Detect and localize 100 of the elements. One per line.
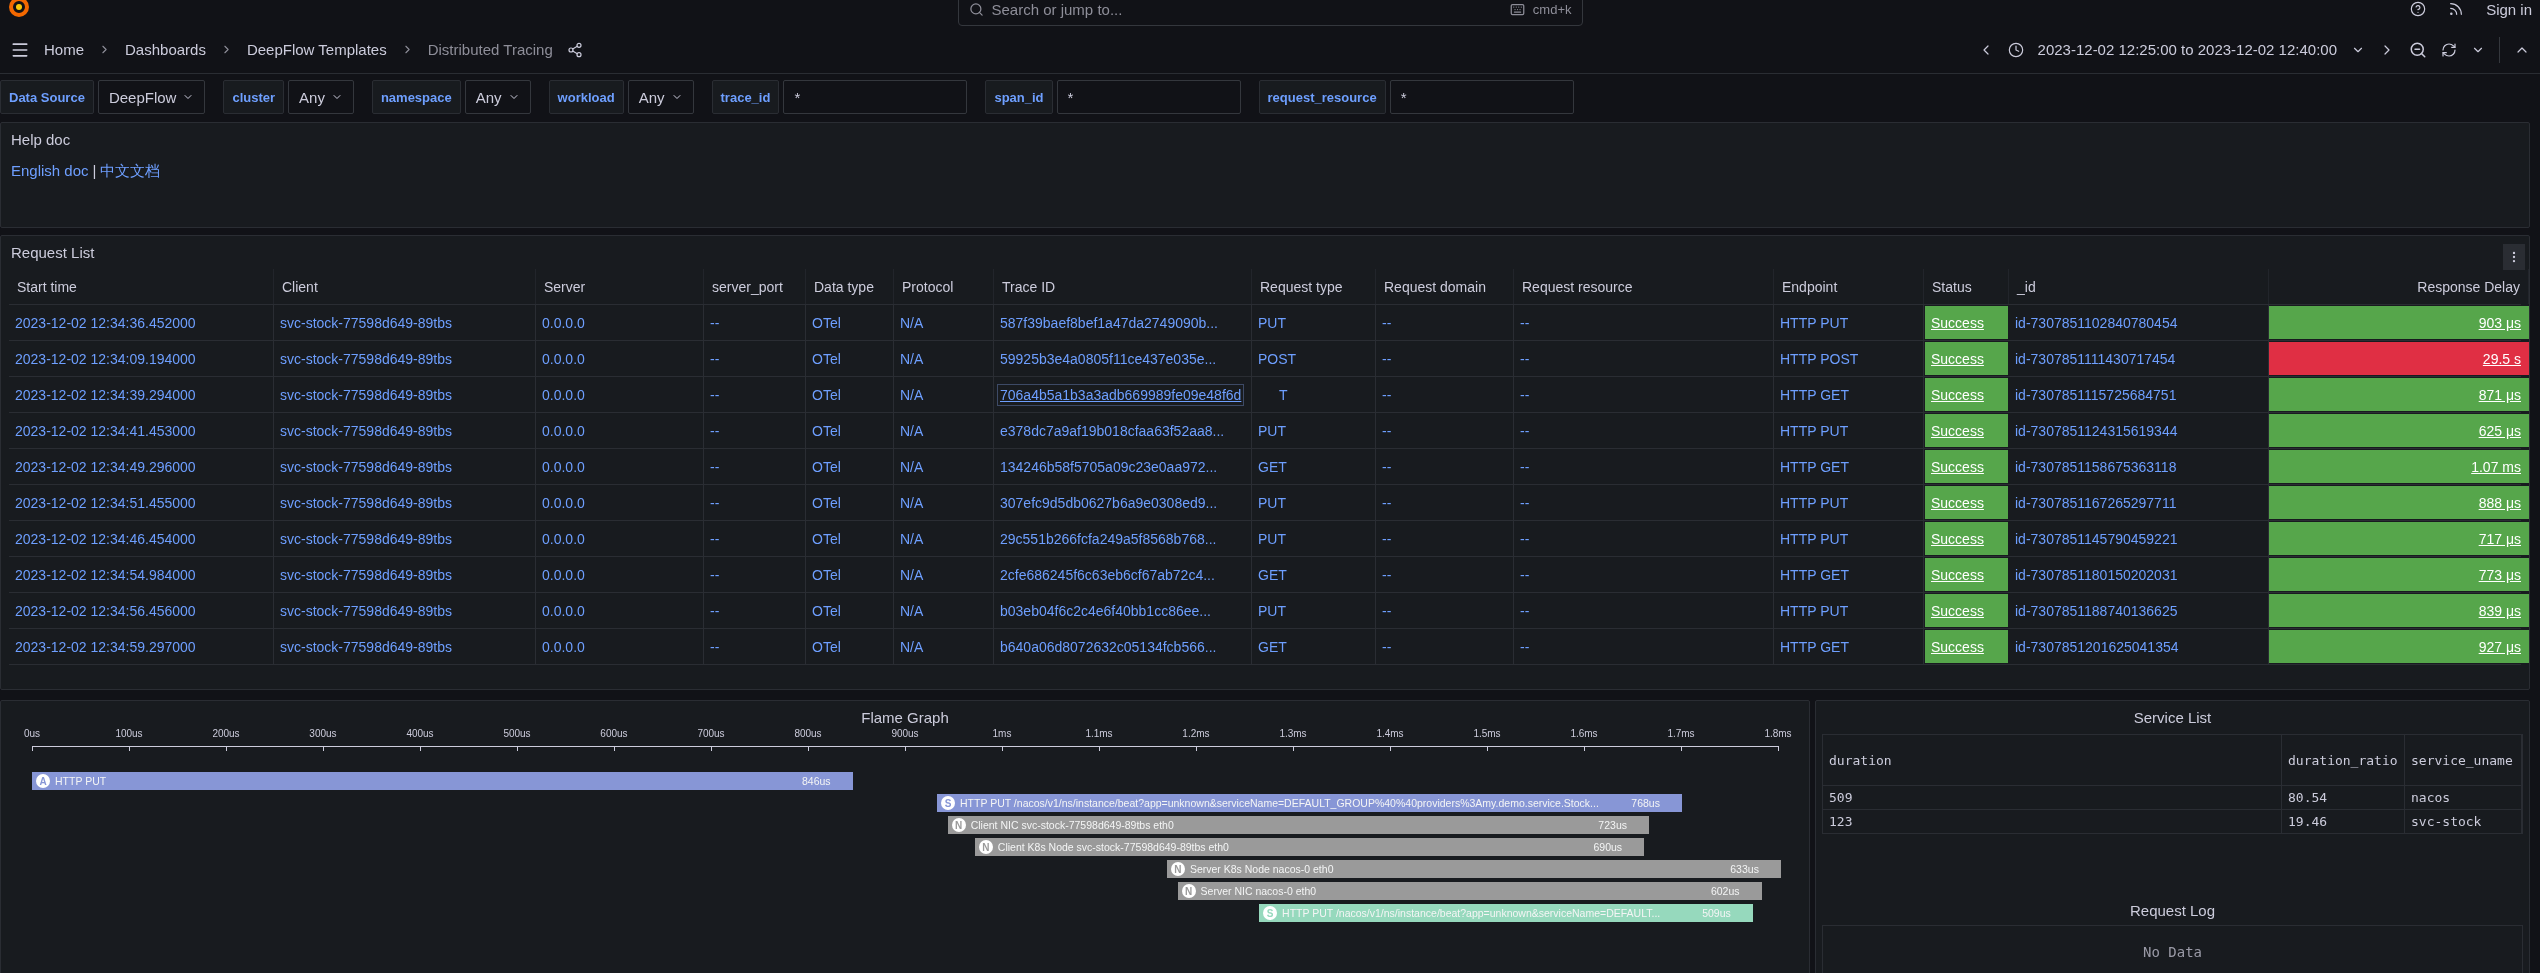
variable-dropdown[interactable]: Any [288,80,354,114]
share-icon[interactable] [566,41,583,58]
axis-tick-label: 1.7ms [1667,728,1695,739]
variable-input[interactable]: * [1056,80,1241,114]
table-cell: N/A [894,521,994,556]
variable-label: namespace [371,80,461,114]
breadcrumb-link[interactable]: Home [44,41,84,58]
table-cell: GET [1252,629,1376,664]
table-cell: -- [1514,629,1774,664]
table-cell: N/A [894,557,994,592]
column-header[interactable]: Request resource [1514,269,1774,304]
doc-link[interactable]: English doc [11,162,89,181]
zoom-out-icon[interactable] [2409,40,2427,59]
table-cell: 0.0.0.0 [536,485,704,520]
variable-label: Data Source [0,80,94,114]
refresh-icon[interactable] [2441,41,2457,58]
axis-tick-label: 1.2ms [1182,728,1210,739]
table-cell: PUT [1252,521,1376,556]
doc-link[interactable]: 中文文档 [100,162,161,181]
table-cell: 29c551b266fcfa249a5f8568b768... [994,521,1252,556]
column-header[interactable]: server_port [704,269,806,304]
table-cell: -- [1376,449,1514,484]
table-cell: b03eb04f6c2c4e6f40bb1cc86ee... [994,593,1252,628]
variable-dropdown[interactable]: DeepFlow [97,80,206,114]
column-header[interactable]: Protocol [894,269,994,304]
logo-icon[interactable] [8,0,30,18]
table-cell: -- [704,485,806,520]
column-header[interactable]: _id [2009,269,2269,304]
variable-label: workload [548,80,624,114]
column-header[interactable]: Status [1924,269,2009,304]
search-icon [968,1,984,17]
table-cell: 0.0.0.0 [536,629,704,664]
table-cell: HTTP GET [1774,629,1924,664]
sign-in-link[interactable]: Sign in [2486,0,2532,18]
span-badge: S [941,796,955,810]
breadcrumb-link[interactable]: DeepFlow Templates [246,41,387,58]
column-header[interactable]: Request type [1252,269,1376,304]
delay-cell[interactable]: 29.5 s [2269,342,2529,375]
axis-tick-label: 1.5ms [1473,728,1501,739]
column-header[interactable]: Start time [9,269,274,304]
span-label: Server NIC nacos-0 eth0 [1200,885,1318,897]
column-header[interactable]: Data type [806,269,894,304]
table-cell: OTel [806,377,894,412]
variable-dropdown[interactable]: Any [627,80,694,114]
table-cell: N/A [894,341,994,376]
table-cell: -- [1514,449,1774,484]
table-cell: N/A [894,593,994,628]
table-cell: OTel [806,449,894,484]
variable-input[interactable]: * [1389,80,1574,114]
table-cell: 587f39baef8bef1a47da2749090b... [994,305,1252,340]
breadcrumb-link[interactable]: Distributed Tracing [427,41,553,58]
column-header[interactable]: Server [536,269,704,304]
table-cell: -- [1376,413,1514,448]
table-cell: -- [1514,305,1774,340]
table-cell: -- [1514,341,1774,376]
column-header[interactable]: Request domain [1376,269,1514,304]
axis-tick-label: 1.6ms [1570,728,1598,739]
table-cell: svc-stock-77598d649-89tbs [274,341,536,376]
separator: | [92,162,97,181]
table-cell: 2023-12-02 12:34:51.455000 [9,485,274,520]
axis-tick-label: 1.3ms [1279,728,1307,739]
table-cell: -- [704,377,806,412]
help-icon[interactable] [2410,1,2427,17]
table-cell: PUT [1252,305,1376,340]
table-cell: svc-stock-77598d649-89tbs [274,413,536,448]
table-cell: HTTP PUT [1774,593,1924,628]
span-badge: N [1170,862,1185,876]
variable-label: cluster [223,80,285,114]
table-cell: -- [704,305,806,340]
trace-id-link[interactable]: 706a4b5a1b3a3adb669989fe09e48f6d [997,383,1245,406]
axis-tick-label: 900us [891,728,919,739]
variable-dropdown[interactable]: Any [464,80,531,114]
table-cell: 2023-12-02 12:34:49.296000 [9,449,274,484]
span-badge: S [1263,906,1278,920]
search-field[interactable]: Search or jump to... cmd+k [957,0,1583,26]
column-header[interactable]: Response Delay [2269,269,2529,304]
panel-menu-button[interactable] [2503,244,2525,270]
table-cell: OTel [806,413,894,448]
table-cell: OTel [806,593,894,628]
table-cell: HTTP POST [1774,341,1924,376]
table-cell: -- [704,521,806,556]
axis-tick-label: 300us [309,728,337,739]
table-cell: svc-stock-77598d649-89tbs [274,449,536,484]
column-header[interactable]: Endpoint [1774,269,1924,304]
table-cell: -- [1376,377,1514,412]
rss-icon[interactable] [2448,1,2465,17]
table-cell: N/A [894,449,994,484]
table-cell: -- [1514,485,1774,520]
table-cell: 0.0.0.0 [536,557,704,592]
column-header[interactable]: Client [274,269,536,304]
variable-input[interactable]: * [783,80,968,114]
time-range-picker[interactable]: 2023-12-02 12:25:00 to 2023-12-02 12:40:00 [2037,41,2337,58]
table-cell: -- [1376,629,1514,664]
breadcrumb-link[interactable]: Dashboards [125,41,206,58]
table-cell: OTel [806,485,894,520]
variable-label: request_resource [1258,80,1386,114]
table-cell: -- [1514,557,1774,592]
column-header[interactable]: Trace ID [994,269,1252,304]
span-duration: 846us [802,775,831,787]
table-cell: 2cfe686245f6c63eb6cf67ab72c4... [994,557,1252,592]
